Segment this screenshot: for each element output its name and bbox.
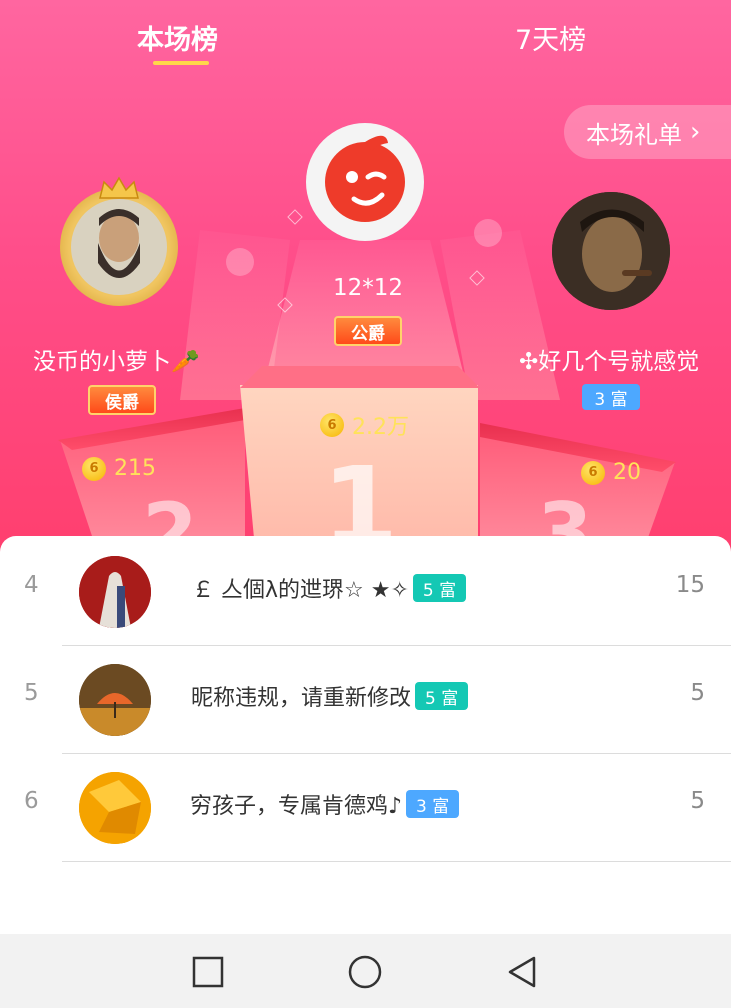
third-score-value: 20 <box>613 460 641 485</box>
rank-number: 6 <box>24 788 39 814</box>
tab-seven-days[interactable]: 7天榜 <box>515 18 586 57</box>
sparkle <box>474 219 502 247</box>
user-name-text: 昵称违规，请重新修改 <box>191 686 412 711</box>
bearded-man-avatar-icon <box>71 199 167 295</box>
avatar-first[interactable] <box>306 123 424 241</box>
contribution-value: 5 <box>690 680 705 706</box>
chevron-right-icon: › <box>690 117 701 147</box>
gift-list-button[interactable]: 本场礼单 › <box>564 105 731 159</box>
list-item[interactable]: 4 ￡ 亼個λ的迣琾☆ ★✧ 5 富 15 <box>0 538 731 646</box>
rank-number: 4 <box>24 572 39 598</box>
contribution-value: 5 <box>690 788 705 814</box>
home-circle-icon[interactable] <box>348 955 382 989</box>
avatar-second[interactable] <box>60 188 178 306</box>
first-score-value: 2.2万 <box>352 415 409 440</box>
tab-this-session[interactable]: 本场榜 <box>137 18 218 57</box>
leaderboard-hero: 1 2 3 本场榜 7天榜 本场礼单 › 12*12 公爵 6 2.2万 没币的… <box>0 0 731 560</box>
contribution-value: 15 <box>675 572 705 598</box>
coin-icon: 6 <box>320 413 344 437</box>
back-triangle-icon[interactable] <box>506 955 538 989</box>
sparkle <box>287 209 303 225</box>
third-name: ✣好几个号就感觉 <box>519 349 700 375</box>
divider <box>62 861 731 862</box>
list-item[interactable]: 6 穷孩子，专属肯德鸡♪ 3 富 5 <box>0 754 731 862</box>
rich-level-badge: 3 富 <box>582 384 640 410</box>
avatar[interactable] <box>79 664 151 736</box>
user-name: 昵称违规，请重新修改 5 富 <box>191 680 469 712</box>
first-score: 6 2.2万 <box>320 409 409 441</box>
brand-logo-icon <box>325 135 405 222</box>
second-score: 6 215 <box>82 456 156 481</box>
podium-first-top <box>240 366 480 388</box>
user-name: ￡ 亼個λ的迣琾☆ ★✧ 5 富 <box>192 572 467 604</box>
recents-square-icon[interactable] <box>192 956 224 988</box>
third-score: 6 20 <box>581 460 641 485</box>
rich-level-badge: 5 富 <box>412 574 467 602</box>
rich-level-badge: 5 富 <box>415 682 469 710</box>
umbrella-autumn-avatar-icon <box>79 664 151 736</box>
user-name-text: ￡ 亼個λ的迣琾☆ ★✧ <box>192 578 409 603</box>
sparkle <box>226 248 254 276</box>
avatar[interactable] <box>79 772 151 844</box>
man-cigar-avatar-icon <box>552 192 670 310</box>
title-badge-marquis: 侯爵 <box>88 385 156 415</box>
rank-number: 5 <box>24 680 39 706</box>
second-score-value: 215 <box>114 456 156 481</box>
avatar-third[interactable] <box>552 192 670 310</box>
tab-active-indicator <box>153 61 209 65</box>
avatar[interactable] <box>79 556 151 628</box>
rich-level-badge: 3 富 <box>406 790 460 818</box>
first-name: 12*12 <box>333 275 404 301</box>
user-name: 穷孩子，专属肯德鸡♪ 3 富 <box>190 788 460 820</box>
coin-icon: 6 <box>581 460 605 485</box>
title-badge-duke: 公爵 <box>334 316 402 346</box>
user-name-text: 穷孩子，专属肯德鸡♪ <box>190 794 403 819</box>
crown-icon <box>99 176 139 199</box>
list-item[interactable]: 5 昵称违规，请重新修改 5 富 5 <box>0 646 731 754</box>
second-name: 没币的小萝卜🥕 <box>33 349 200 375</box>
system-nav-bar <box>0 934 731 1008</box>
gift-list-label: 本场礼单 <box>586 120 682 149</box>
ranking-list: 4 ￡ 亼個λ的迣琾☆ ★✧ 5 富 15 5 昵称违规，请重新修改 5 富 5… <box>0 536 731 936</box>
coin-icon: 6 <box>82 456 106 481</box>
yellow-polygon-avatar-icon <box>79 772 151 844</box>
red-dress-avatar-icon <box>79 556 151 628</box>
